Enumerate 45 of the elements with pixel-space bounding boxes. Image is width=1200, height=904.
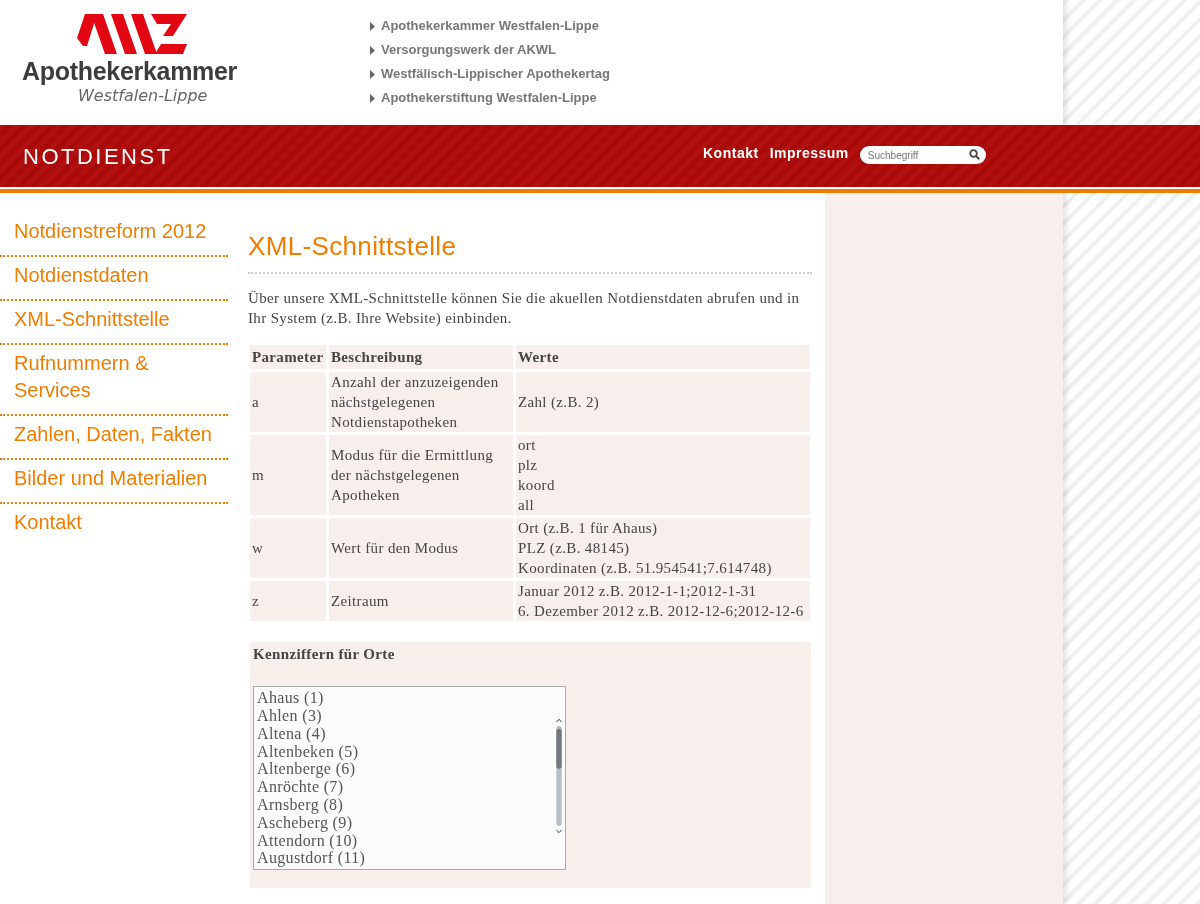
table-cell: Modus für die Ermittlung der nächstgelegenen Apotheken	[329, 435, 513, 516]
table-cell: w	[250, 518, 326, 579]
table-cell: Anzahl der anzuzeigenden nächstgelegenen Notdienstapotheken	[329, 372, 513, 433]
table-cell: Ort (z.B. 1 für Ahaus) PLZ (z.B. 48145) Koordinaten (z.B. 51.954541;7.614748)	[516, 518, 810, 579]
table-cell: z	[250, 581, 326, 622]
table-cell: Januar 2012 z.B. 2012-1-1;2012-1-31 6. Dezember 2012 z.B. 2012-12-6;2012-12-6	[516, 581, 810, 622]
list-option[interactable]: Ahaus (1)	[257, 689, 550, 707]
triangle-icon	[370, 93, 375, 103]
list-box[interactable]: Ahaus (1) Ahlen (3) Altena (4) Altenbeken (5) Altenberge (6) Anröchte (7) Arnsberg (8) Ascheberg (9) Attendorn (10) Augustdorf (11)	[253, 686, 566, 871]
table-cell: ort plz koord all	[516, 435, 810, 516]
header-link[interactable]: Apothekerstiftung Westfalen-Lippe	[370, 86, 610, 110]
column-header: Werte	[516, 345, 810, 370]
list-option[interactable]: Altena (4)	[257, 724, 550, 743]
list-option[interactable]: Arnsberg (8)	[257, 795, 550, 814]
triangle-icon	[370, 45, 375, 55]
header-link[interactable]: Apothekerkammer Westfalen-Lippe	[370, 14, 610, 38]
logo-icon	[77, 12, 189, 56]
triangle-icon	[370, 69, 375, 79]
table-cell: Zahl (z.B. 2)	[516, 372, 810, 433]
page-heading: XML-Schnittstelle	[248, 231, 812, 275]
list-option[interactable]: Augustdorf (11)	[257, 849, 550, 868]
banner-title: NOTDIENST	[23, 142, 174, 171]
column-header: Beschreibung	[329, 345, 513, 370]
list-option[interactable]: Ascheberg (9)	[257, 813, 550, 832]
triangle-icon	[370, 21, 375, 31]
section-title: Kennziffern für Orte	[253, 645, 396, 665]
header-link[interactable]: Westfälisch-Lippischer Apothekertag	[370, 62, 610, 86]
logo-text: Apothekerkammer	[22, 56, 239, 86]
list-option[interactable]: Ahlen (3)	[257, 707, 550, 725]
search-icon[interactable]	[968, 149, 980, 160]
list-option[interactable]: Altenbeken (5)	[257, 742, 550, 761]
list-option[interactable]: Attendorn (10)	[257, 831, 550, 850]
header-link[interactable]: Versorgungswerk der AKWL	[370, 38, 610, 62]
column-header: Parameter	[250, 345, 326, 370]
list-option[interactable]: Anröchte (7)	[257, 778, 550, 796]
list-option[interactable]: Altenberge (6)	[257, 760, 550, 779]
logo-subtitle: Westfalen-Lippe	[78, 86, 209, 106]
nav-link[interactable]: Kontakt	[703, 142, 759, 164]
table-cell: Zeitraum	[329, 581, 513, 622]
intro-text: Über unsere XML-Schnittstelle können Sie die akuellen Notdienstdaten abrufen und in Ihr System (z.B. Ihre Website) einbinden.	[248, 289, 801, 329]
table-cell: a	[250, 372, 326, 433]
search-field[interactable]: Suchbegriff	[859, 146, 986, 164]
table-cell: Wert für den Modus	[329, 518, 513, 579]
table-cell: m	[250, 435, 326, 516]
nav-link[interactable]: Impressum	[769, 142, 849, 164]
